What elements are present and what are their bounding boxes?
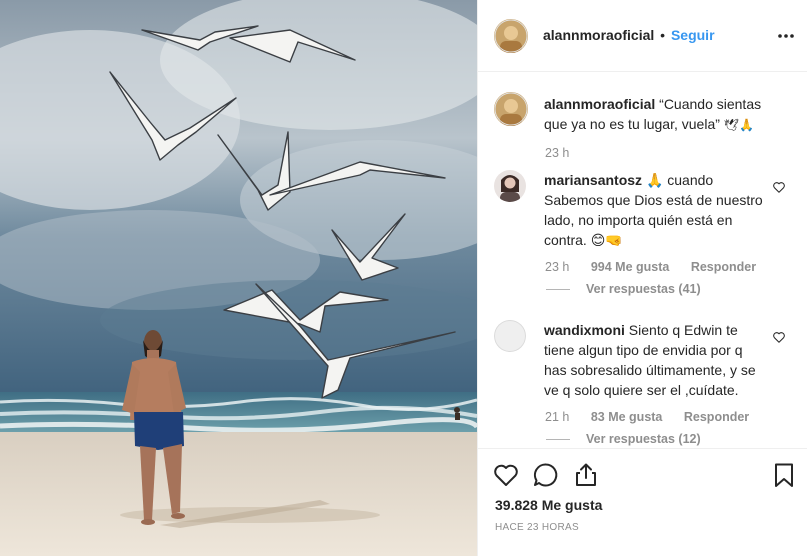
post-image[interactable]: [0, 0, 477, 556]
heart-icon[interactable]: [772, 330, 786, 344]
replies-divider: [546, 289, 570, 291]
post-sidebar: alannmoraoficial • Seguir alannmoraofici…: [477, 0, 807, 556]
caption-avatar[interactable]: [494, 92, 528, 126]
commenter-avatar[interactable]: [494, 320, 526, 352]
reply-button[interactable]: Responder: [684, 410, 749, 424]
view-replies-button[interactable]: Ver respuestas (12): [546, 432, 701, 446]
more-dots-icon[interactable]: [776, 26, 796, 46]
header-line: alannmoraoficial • Seguir: [543, 27, 715, 43]
heart-icon[interactable]: [492, 461, 520, 489]
replies-divider: [546, 439, 570, 441]
comment-text: wandixmoni Siento q Edwin te tiene algun…: [544, 320, 764, 400]
post-header: alannmoraoficial • Seguir: [478, 0, 807, 72]
reply-button[interactable]: Responder: [691, 260, 756, 274]
heart-icon[interactable]: [772, 180, 786, 194]
view-replies-button[interactable]: Ver respuestas (41): [546, 282, 701, 296]
commenter-username[interactable]: wandixmoni: [544, 322, 625, 338]
caption-username[interactable]: alannmoraoficial: [544, 96, 655, 112]
commenter-avatar[interactable]: [494, 170, 526, 202]
post-actions: 39.828 Me gusta HACE 23 HORAS: [478, 448, 807, 556]
separator-dot: •: [660, 27, 666, 43]
caption-time[interactable]: 23 h: [545, 146, 569, 160]
author-username[interactable]: alannmoraoficial: [543, 27, 654, 43]
caption-emoji: 🕊🙏: [723, 118, 754, 132]
comment-text: mariansantosz 🙏 cuando Sabemos que Dios …: [544, 170, 764, 250]
share-icon[interactable]: [572, 461, 600, 489]
comment-meta: 23 h 994 Me gusta Responder: [545, 260, 774, 274]
author-avatar[interactable]: [494, 19, 528, 53]
comment-meta: 21 h 83 Me gusta Responder: [545, 410, 767, 424]
follow-button[interactable]: Seguir: [671, 27, 715, 43]
comment-time[interactable]: 21 h: [545, 410, 569, 424]
comment-bubble-icon[interactable]: [532, 461, 560, 489]
view-replies-label: Ver respuestas (12): [586, 432, 701, 446]
comment-likes[interactable]: 994 Me gusta: [591, 260, 670, 274]
commenter-username[interactable]: mariansantosz: [544, 172, 642, 188]
comment-likes[interactable]: 83 Me gusta: [591, 410, 663, 424]
like-count[interactable]: 39.828 Me gusta: [495, 497, 602, 513]
comment-time[interactable]: 23 h: [545, 260, 569, 274]
post-timestamp[interactable]: HACE 23 HORAS: [495, 522, 579, 533]
caption-text: alannmoraoficial “Cuando sientas que ya …: [544, 94, 774, 135]
bookmark-icon[interactable]: [770, 461, 798, 489]
view-replies-label: Ver respuestas (41): [586, 282, 701, 296]
caption-meta: 23 h: [545, 146, 587, 160]
